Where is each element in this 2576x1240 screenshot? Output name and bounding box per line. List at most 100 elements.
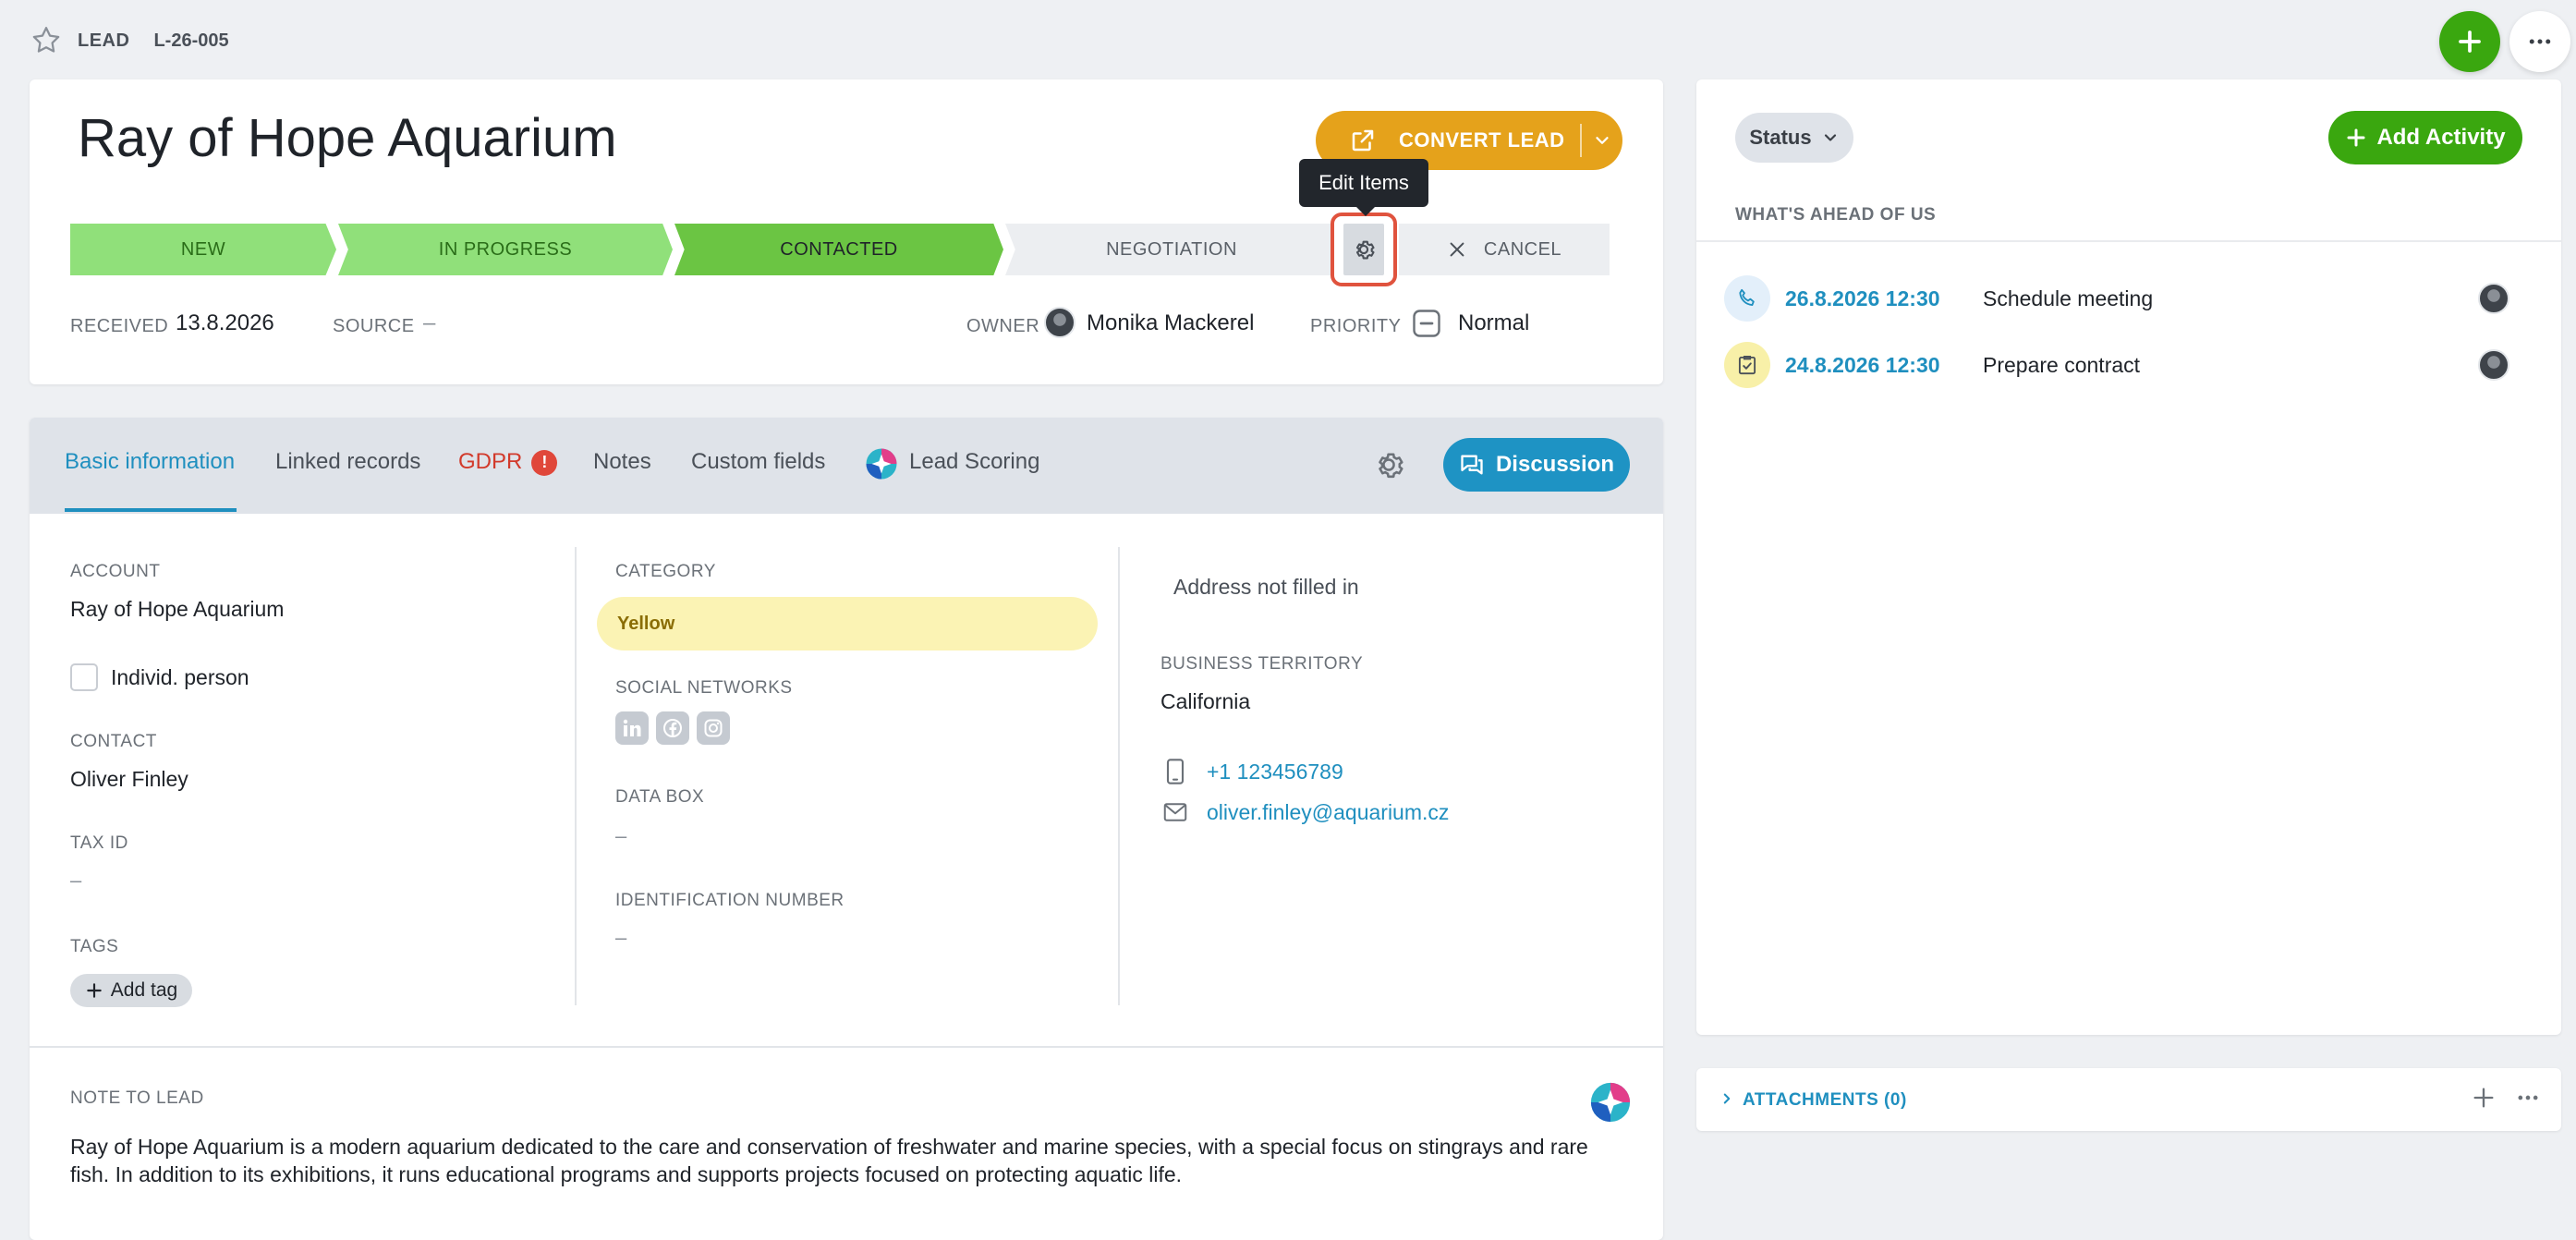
tab-custom-fields[interactable]: Custom fields <box>691 449 825 475</box>
source-value: – <box>423 310 436 335</box>
stage-contacted[interactable]: CONTACTED <box>674 224 1003 275</box>
owner-avatar <box>1044 307 1075 338</box>
tab-gdpr[interactable]: GDPR! <box>458 449 558 476</box>
account-label: ACCOUNT <box>70 562 161 581</box>
tab-gdpr-label: GDPR <box>458 449 523 474</box>
email-link[interactable]: oliver.finley@aquarium.cz <box>1207 800 1449 825</box>
gdpr-alert-icon: ! <box>531 449 558 476</box>
tab-basic-information[interactable]: Basic information <box>65 449 235 475</box>
breadcrumb: LEAD L-26-005 <box>30 22 229 59</box>
whats-ahead-label: WHAT'S AHEAD OF US <box>1735 205 1937 225</box>
data-box-label: DATA BOX <box>615 787 705 807</box>
address-value[interactable]: Address not filled in <box>1173 575 1359 600</box>
tax-id-label: TAX ID <box>70 833 128 853</box>
stage-cancel-label: CANCEL <box>1483 238 1562 260</box>
contact-label: CONTACT <box>70 732 157 751</box>
stage-in-progress[interactable]: IN PROGRESS <box>338 224 673 275</box>
tags-label: TAGS <box>70 937 119 956</box>
facebook-icon[interactable] <box>656 711 689 745</box>
convert-lead-dropdown[interactable] <box>1582 111 1622 170</box>
edit-stages-button[interactable] <box>1331 213 1397 286</box>
lead-scoring-icon <box>865 447 898 480</box>
activity-owner-avatar <box>2478 283 2509 314</box>
priority-normal-icon <box>1410 307 1443 340</box>
chevron-down-icon <box>1824 134 1836 141</box>
individ-person-label: Individ. person <box>111 665 249 689</box>
attachments-toggle[interactable]: ATTACHMENTS (0) <box>1743 1090 1907 1111</box>
more-dots-icon <box>2529 39 2551 44</box>
entity-type: LEAD <box>78 30 130 51</box>
add-tag-button[interactable]: Add tag <box>70 974 192 1007</box>
page-title: Ray of Hope Aquarium <box>78 108 617 168</box>
priority-value[interactable]: Normal <box>1458 310 1529 336</box>
email-icon <box>1160 798 1190 826</box>
close-icon <box>1450 242 1464 257</box>
convert-lead-label: CONVERT LEAD <box>1399 128 1565 152</box>
plus-icon <box>87 983 102 998</box>
linkedin-icon[interactable] <box>615 711 649 745</box>
individ-person-checkbox[interactable] <box>70 663 98 691</box>
star-icon[interactable] <box>30 24 63 57</box>
edit-stages-inner <box>1343 224 1384 275</box>
entity-code: L-26-005 <box>153 30 229 51</box>
gear-icon <box>1355 240 1375 260</box>
status-filter-button[interactable]: Status <box>1735 113 1853 163</box>
column-divider <box>575 547 577 1005</box>
social-networks-label: SOCIAL NETWORKS <box>615 678 793 698</box>
source-label: SOURCE <box>333 316 415 336</box>
ahead-divider <box>1696 240 2561 242</box>
activity-owner-avatar <box>2478 349 2509 381</box>
add-tag-label: Add tag <box>110 979 178 1001</box>
tab-lead-scoring[interactable]: Lead Scoring <box>909 449 1039 475</box>
owner-value[interactable]: Monika Mackerel <box>1087 310 1254 336</box>
identification-number-value: – <box>615 926 627 949</box>
tax-id-value: – <box>70 869 82 892</box>
data-box-value: – <box>615 824 627 847</box>
business-territory-label: BUSINESS TERRITORY <box>1160 654 1364 674</box>
plus-icon <box>2459 30 2481 53</box>
activity-date[interactable]: 24.8.2026 12:30 <box>1785 353 1940 378</box>
global-add-button[interactable] <box>2439 11 2500 72</box>
identification-number-label: IDENTIFICATION NUMBER <box>615 891 844 910</box>
note-label: NOTE TO LEAD <box>70 1088 204 1108</box>
status-filter-label: Status <box>1749 126 1812 149</box>
activity-title[interactable]: Schedule meeting <box>1983 286 2153 311</box>
activity-date[interactable]: 26.8.2026 12:30 <box>1785 286 1940 311</box>
add-attachment-icon[interactable] <box>2471 1085 2497 1111</box>
received-value: 13.8.2026 <box>176 310 274 335</box>
note-text[interactable]: Ray of Hope Aquarium is a modern aquariu… <box>70 1133 1632 1188</box>
business-territory-value[interactable]: California <box>1160 689 1250 714</box>
tab-notes[interactable]: Notes <box>593 449 651 475</box>
edit-items-tooltip: Edit Items <box>1299 159 1428 216</box>
activity-title[interactable]: Prepare contract <box>1983 353 2140 378</box>
attachments-more-icon[interactable] <box>2515 1085 2541 1111</box>
ai-assistant-icon[interactable] <box>1589 1081 1632 1124</box>
note-divider <box>30 1046 1663 1048</box>
lead-detail-card <box>30 418 1663 1240</box>
discussion-button[interactable]: Discussion <box>1443 438 1630 492</box>
add-activity-label: Add Activity <box>2376 125 2506 150</box>
owner-label: OWNER <box>966 316 1040 336</box>
priority-label: PRIORITY <box>1310 316 1402 336</box>
instagram-icon[interactable] <box>697 711 730 745</box>
tab-settings-gear-icon[interactable] <box>1371 447 1406 482</box>
mobile-phone-icon <box>1160 756 1190 787</box>
chat-icon <box>1461 455 1483 475</box>
contact-value[interactable]: Oliver Finley <box>70 767 188 792</box>
external-link-icon <box>1352 129 1374 152</box>
column-divider <box>1118 547 1120 1005</box>
discussion-label: Discussion <box>1495 452 1615 477</box>
stage-new[interactable]: NEW <box>70 224 336 275</box>
add-activity-button[interactable]: Add Activity <box>2328 111 2522 164</box>
global-more-button[interactable] <box>2509 11 2570 72</box>
stage-negotiation[interactable]: NEGOTIATION <box>1005 224 1338 275</box>
tab-linked-records[interactable]: Linked records <box>275 449 420 475</box>
phone-link[interactable]: +1 123456789 <box>1207 760 1343 784</box>
chevron-down-icon <box>1596 137 1609 144</box>
stage-cancel[interactable]: CANCEL <box>1399 224 1610 275</box>
task-check-icon <box>1724 342 1770 388</box>
category-value[interactable]: Yellow <box>597 597 1098 650</box>
plus-icon <box>2347 128 2365 147</box>
chevron-right-icon[interactable] <box>1719 1090 1735 1107</box>
account-value[interactable]: Ray of Hope Aquarium <box>70 597 284 622</box>
